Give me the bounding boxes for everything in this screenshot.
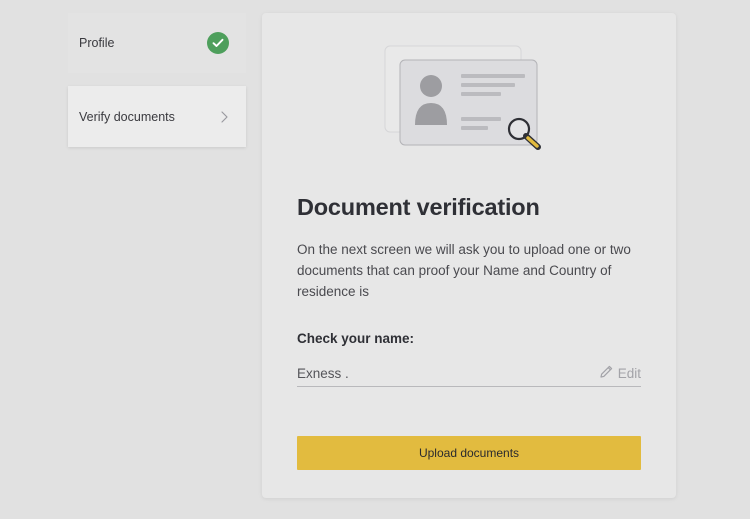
- name-field: Exness . Edit: [297, 361, 641, 387]
- edit-name-button[interactable]: Edit: [599, 364, 641, 384]
- step-profile-label: Profile: [79, 36, 115, 50]
- upload-documents-button[interactable]: Upload documents: [297, 436, 641, 470]
- check-circle-icon: [207, 32, 229, 54]
- step-profile[interactable]: Profile: [68, 13, 246, 73]
- name-value: Exness .: [297, 366, 349, 381]
- step-verify-documents-label: Verify documents: [79, 109, 175, 124]
- chevron-right-icon: [219, 110, 229, 124]
- step-verify-documents[interactable]: Verify documents: [68, 86, 246, 147]
- check-name-label: Check your name:: [297, 331, 415, 346]
- edit-label: Edit: [617, 366, 641, 381]
- pencil-icon: [599, 364, 614, 384]
- id-card-magnifier-illustration: [382, 43, 552, 161]
- page: Profile Verify documents Document verifi…: [0, 0, 750, 519]
- verification-steps-sidebar: Profile Verify documents: [68, 13, 246, 147]
- description-text: On the next screen we will ask you to up…: [297, 242, 631, 299]
- page-title: Document verification: [297, 194, 540, 220]
- document-verification-card: Document verification On the next screen…: [262, 13, 676, 498]
